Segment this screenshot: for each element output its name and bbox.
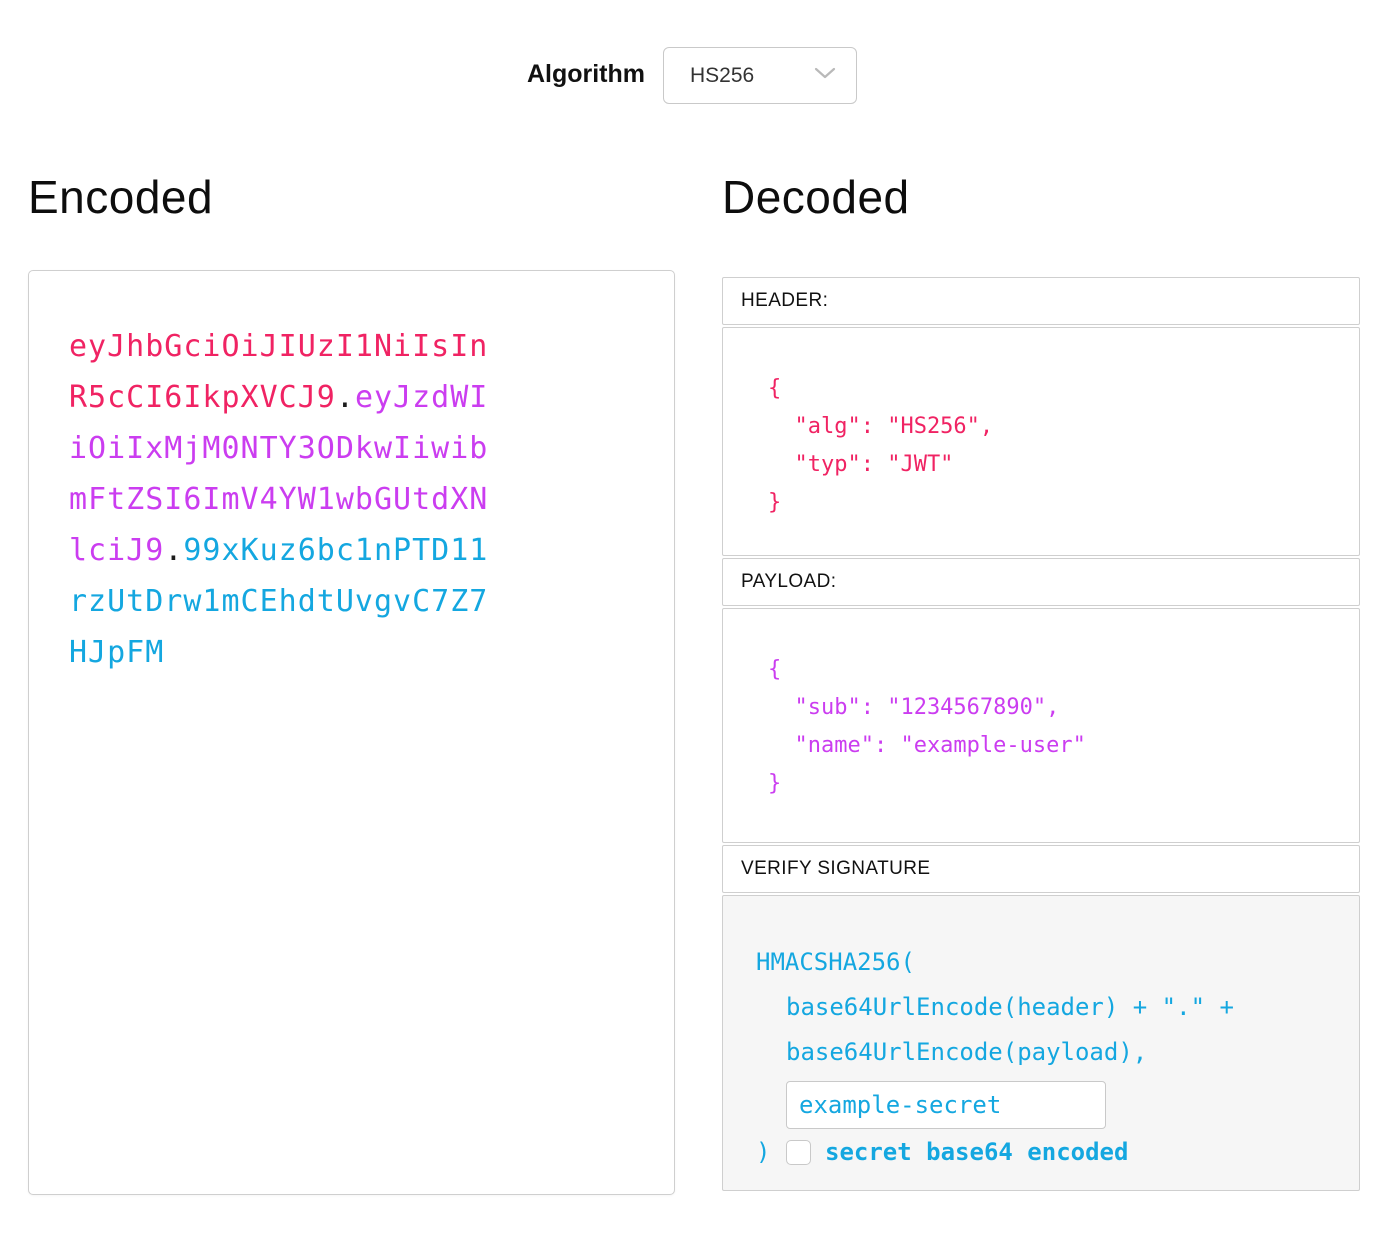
- payload-section-label: PAYLOAD:: [722, 558, 1360, 606]
- header-json-line: "alg": "HS256",: [768, 408, 1339, 446]
- hmac-code-line: base64UrlEncode(header) + "." +: [756, 985, 1339, 1030]
- hmac-code-line: base64UrlEncode(payload),: [756, 1030, 1339, 1075]
- header-json-line: {: [768, 370, 1339, 408]
- payload-json-line: "sub": "1234567890",: [768, 689, 1339, 727]
- header-section-label: HEADER:: [722, 277, 1360, 325]
- payload-json-editor[interactable]: { "sub": "1234567890", "name": "example-…: [722, 608, 1360, 843]
- algorithm-label: Algorithm: [400, 60, 645, 89]
- decoded-column: HEADER: { "alg": "HS256", "typ": "JWT" }…: [722, 277, 1360, 1191]
- payload-json-line: "name": "example-user": [768, 727, 1339, 765]
- secret-input[interactable]: [786, 1081, 1106, 1129]
- secret-base64-checkbox[interactable]: [786, 1140, 811, 1165]
- header-json-editor[interactable]: { "alg": "HS256", "typ": "JWT" }: [722, 327, 1360, 556]
- chevron-down-icon: [814, 66, 836, 85]
- header-json-line: "typ": "JWT": [768, 446, 1339, 484]
- closing-paren: ): [756, 1137, 786, 1167]
- verify-signature-panel: HMACSHA256( base64UrlEncode(header) + ".…: [722, 895, 1360, 1191]
- payload-json-line: {: [768, 651, 1339, 689]
- jwt-debugger-page: Algorithm HS256 Encoded Decoded eyJhbGci…: [0, 0, 1388, 1245]
- algorithm-selected-value: HS256: [690, 64, 814, 88]
- secret-base64-label[interactable]: secret base64 encoded: [825, 1137, 1128, 1167]
- algorithm-select[interactable]: HS256: [663, 47, 857, 104]
- token-dot-separator: .: [336, 380, 355, 415]
- encoded-token-editor[interactable]: eyJhbGciOiJIUzI1NiIsInR5cCI6IkpXVCJ9.eyJ…: [28, 270, 675, 1195]
- verify-signature-section-label: VERIFY SIGNATURE: [722, 845, 1360, 893]
- decoded-title: Decoded: [722, 170, 910, 224]
- header-json-line: }: [768, 484, 1339, 522]
- encoded-title: Encoded: [28, 170, 213, 224]
- token-dot-separator: .: [164, 533, 183, 568]
- jwt-token-text[interactable]: eyJhbGciOiJIUzI1NiIsInR5cCI6IkpXVCJ9.eyJ…: [69, 321, 501, 678]
- verify-last-row: ) secret base64 encoded: [756, 1137, 1339, 1167]
- hmac-code-line: HMACSHA256(: [756, 940, 1339, 985]
- payload-json-line: }: [768, 765, 1339, 803]
